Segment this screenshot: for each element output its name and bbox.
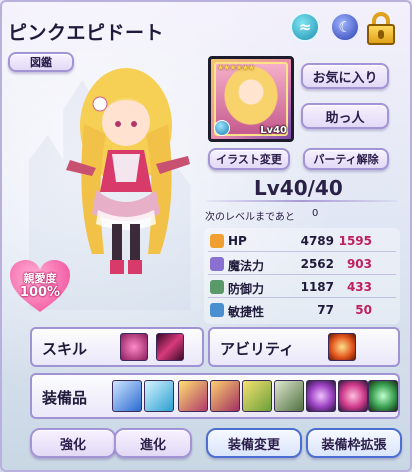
bow-equip-icon[interactable] (144, 380, 174, 412)
next-level-label: 次のレベルまであと (205, 212, 295, 223)
portrait-level: Lv40 (260, 125, 287, 136)
skill-label: スキル (42, 340, 88, 358)
knight-equip-icon[interactable] (274, 380, 304, 412)
divider (206, 200, 398, 202)
cross-flame-ability-icon[interactable] (328, 333, 356, 361)
illust-change-button[interactable]: イラスト変更 (208, 148, 290, 170)
skill-panel: スキル (30, 327, 204, 367)
party-release-button[interactable]: パーティ解除 (303, 148, 389, 170)
equip-change-button[interactable]: 装備変更 (206, 428, 302, 458)
stat-bonus: 433 (346, 280, 372, 294)
dark-slash-skill-icon[interactable] (156, 333, 184, 361)
stat-name: HP (228, 234, 247, 248)
hp-icon (210, 234, 224, 248)
emerald-gem-equip-icon[interactable] (368, 380, 398, 412)
magic-icon (210, 257, 224, 271)
evolve-button[interactable]: 進化 (114, 428, 192, 458)
next-level-value: 0 (312, 208, 319, 219)
lock-icon[interactable] (364, 10, 398, 46)
ruby-gem-equip-icon[interactable] (338, 380, 368, 412)
stat-name: 防御力 (228, 282, 265, 296)
stat-bonus: 903 (346, 257, 372, 271)
character-portrait-card[interactable]: ★★★★★★ Lv40 (208, 56, 294, 142)
pink-figure-equip-icon[interactable] (178, 380, 208, 412)
green-figure-equip-icon[interactable] (242, 380, 272, 412)
stat-value: 1187 (300, 280, 334, 294)
amethyst-gem-equip-icon[interactable] (306, 380, 336, 412)
agility-icon (210, 303, 224, 317)
equipment-label: 装備品 (42, 389, 88, 407)
stat-row-agility: 敏捷性 77 50 (204, 299, 400, 321)
character-illustration (66, 68, 190, 274)
attribute-magic-icon[interactable]: ☾ (330, 12, 360, 42)
helper-button[interactable]: 助っ人 (301, 103, 389, 129)
character-name-title: ピンクエピドート (8, 22, 165, 44)
rarity-stars: ★★★★★★ (217, 63, 255, 72)
defense-icon (210, 280, 224, 294)
attribute-water-icon[interactable]: ≈ (290, 12, 320, 42)
ability-panel: アビリティ (208, 327, 400, 367)
pink-figure-2-equip-icon[interactable] (210, 380, 240, 412)
stats-table: HP 4789 1595 魔法力 2562 903 防御力 1187 433 敏… (204, 228, 400, 324)
sword-equip-icon[interactable] (112, 380, 142, 412)
stat-row-hp: HP 4789 1595 (204, 230, 400, 252)
stat-value: 2562 (300, 257, 334, 271)
enhance-button[interactable]: 強化 (30, 428, 116, 458)
level-display: Lv40/40 (254, 176, 343, 200)
stat-value: 4789 (300, 234, 334, 248)
equipment-panel: 装備品 (30, 373, 400, 419)
pink-burst-skill-icon[interactable] (120, 333, 148, 361)
favorite-button[interactable]: お気に入り (301, 63, 389, 89)
stat-row-defense: 防御力 1187 433 (204, 276, 400, 298)
stat-name: 敏捷性 (228, 305, 265, 319)
affinity-value: 100% (19, 285, 61, 300)
stat-row-magic: 魔法力 2562 903 (204, 253, 400, 275)
ability-label: アビリティ (220, 340, 295, 358)
stat-value: 77 (317, 303, 334, 317)
portrait-attribute-icon (214, 120, 230, 136)
stat-bonus: 1595 (338, 234, 372, 248)
affinity-label: 親愛度 (23, 272, 57, 285)
affinity-badge: 親愛度 100% (6, 258, 74, 314)
equip-slot-expand-button[interactable]: 装備枠拡張 (306, 428, 402, 458)
stat-name: 魔法力 (228, 259, 265, 273)
stat-bonus: 50 (355, 303, 372, 317)
